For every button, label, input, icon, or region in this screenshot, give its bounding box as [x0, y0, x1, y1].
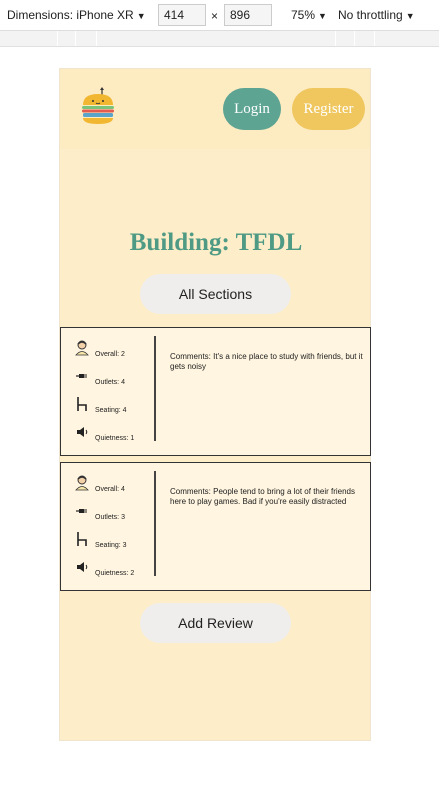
caret-down-icon: ▼ — [136, 11, 146, 21]
width-input[interactable]: 414 — [158, 4, 206, 26]
login-button[interactable]: Login — [223, 88, 281, 130]
quietness-text: Quietness: 1 — [95, 435, 135, 442]
register-button[interactable]: Register — [292, 88, 365, 130]
review-comment: Comments: It's a nice place to study wit… — [170, 352, 363, 371]
card-divider — [154, 336, 156, 441]
media-query-ruler — [0, 31, 439, 47]
outlets-text: Outlets: 3 — [95, 514, 125, 521]
quietness-rating: Quietness: 2 — [75, 559, 153, 585]
device-viewport: Login Register Building: TFDL All Sectio… — [59, 68, 371, 741]
add-review-button[interactable]: Add Review — [140, 603, 291, 643]
overall-rating: Overall: 2 — [75, 340, 153, 366]
plug-icon — [76, 374, 87, 378]
outlets-rating: Outlets: 3 — [75, 503, 153, 529]
outlets-rating: Outlets: 4 — [75, 368, 153, 394]
throttling-label: No throttling — [338, 8, 403, 22]
quietness-rating: Quietness: 1 — [75, 424, 153, 450]
review-card: Overall: 2 Outlets: 4 Seating: 4 Quietne… — [60, 327, 371, 456]
page-title: Building: TFDL — [129, 229, 303, 256]
outlets-text: Outlets: 4 — [95, 379, 125, 386]
site-header: Login Register — [60, 69, 370, 149]
person-icon — [75, 340, 89, 356]
device-label: Dimensions: iPhone XR — [7, 8, 134, 22]
zoom-selector[interactable]: 75% ▼ — [291, 8, 327, 22]
device-selector[interactable]: Dimensions: iPhone XR ▼ — [7, 8, 146, 22]
speaker-icon — [77, 562, 88, 572]
throttling-selector[interactable]: No throttling ▼ — [338, 8, 415, 22]
seating-text: Seating: 3 — [95, 542, 127, 549]
seating-rating: Seating: 4 — [75, 396, 153, 422]
overall-rating: Overall: 4 — [75, 475, 153, 501]
zoom-label: 75% — [291, 8, 316, 22]
card-divider — [154, 471, 156, 576]
devtools-toolbar: Dimensions: iPhone XR ▼ 414 × 896 75% ▼ No… — [0, 0, 439, 31]
overall-text: Overall: 4 — [95, 486, 125, 493]
caret-down-icon: ▼ — [318, 11, 327, 21]
seating-text: Seating: 4 — [95, 407, 127, 414]
chair-icon — [77, 532, 87, 546]
review-card: Overall: 4 Outlets: 3 Seating: 3 Quietne… — [60, 462, 371, 591]
plug-icon — [76, 509, 87, 513]
seating-rating: Seating: 3 — [75, 531, 153, 557]
all-sections-button[interactable]: All Sections — [140, 274, 291, 314]
burger-logo-icon[interactable] — [80, 86, 116, 130]
dimension-separator: × — [211, 9, 219, 23]
person-icon — [75, 475, 89, 491]
review-comment: Comments: People tend to bring a lot of … — [170, 487, 355, 506]
caret-down-icon: ▼ — [405, 11, 415, 21]
chair-icon — [77, 397, 87, 411]
quietness-text: Quietness: 2 — [95, 570, 135, 577]
height-input[interactable]: 896 — [224, 4, 272, 26]
overall-text: Overall: 2 — [95, 351, 125, 358]
speaker-icon — [77, 427, 88, 437]
